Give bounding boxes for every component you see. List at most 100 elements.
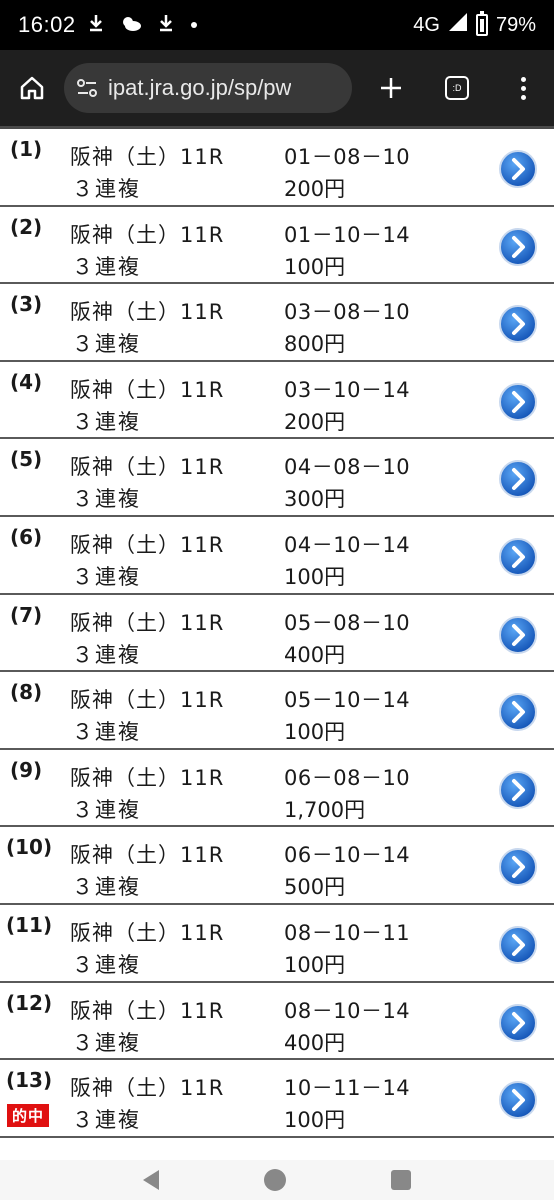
bet-type: ３連複 — [72, 177, 141, 201]
new-tab-button[interactable] — [360, 50, 422, 126]
chevron-right-icon[interactable] — [498, 847, 538, 887]
chevron-right-icon[interactable] — [498, 1003, 538, 1043]
bet-amount: 500円 — [284, 875, 346, 900]
site-settings-icon — [77, 79, 97, 97]
bet-type: ３連複 — [72, 875, 141, 900]
bet-amount: 200円 — [284, 409, 346, 434]
menu-dot — [520, 76, 526, 82]
bet-combination: 05－08－10 — [284, 610, 411, 635]
bet-race: 阪神（土）11R — [70, 455, 225, 480]
bet-number: (4) — [10, 369, 43, 394]
bet-number: (12) — [6, 990, 53, 1015]
notification-icons — [88, 14, 198, 37]
url-text: ipat.jra.go.jp/sp/pw — [108, 75, 292, 100]
battery-level: 79% — [495, 13, 536, 36]
bet-race: 阪神（土）11R — [70, 610, 225, 635]
bet-amount: 100円 — [284, 952, 346, 977]
bet-row[interactable]: (1) 阪神（土）11R ３連複 01－08－10 200円 — [0, 129, 554, 207]
bet-race: 阪神（土）11R — [70, 688, 225, 713]
bet-combination: 01－10－14 — [284, 222, 411, 247]
bet-combination: 06－10－14 — [284, 843, 411, 868]
bet-number: (6) — [10, 524, 43, 549]
bet-type: ３連複 — [72, 720, 141, 745]
chevron-right-icon[interactable] — [498, 692, 538, 732]
bet-combination: 08－10－14 — [284, 998, 411, 1023]
bet-number: (5) — [10, 447, 43, 472]
home-icon — [20, 76, 44, 100]
bet-type: ３連複 — [72, 1108, 141, 1133]
weather-icon — [120, 14, 142, 37]
tab-switcher-button[interactable]: :D — [422, 50, 492, 126]
bet-race: 阪神（土）11R — [70, 145, 225, 169]
bet-amount: 100円 — [284, 1108, 346, 1133]
bet-row[interactable]: (4) 阪神（土）11R ３連複 03－10－14 200円 — [0, 362, 554, 440]
chevron-right-icon[interactable] — [498, 459, 538, 499]
chevron-right-icon[interactable] — [498, 537, 538, 577]
bet-combination: 05－10－14 — [284, 688, 411, 713]
signal-icon — [448, 12, 468, 38]
bet-number: (1) — [10, 137, 43, 161]
home-circle-icon[interactable] — [263, 1169, 286, 1191]
menu-dot — [520, 94, 526, 100]
bet-race: 阪神（土）11R — [70, 222, 225, 247]
chevron-right-icon[interactable] — [498, 382, 538, 422]
chevron-right-icon[interactable] — [498, 1080, 538, 1120]
bet-combination: 01－08－10 — [284, 145, 411, 169]
bet-amount: 200円 — [284, 177, 346, 201]
bet-type: ３連複 — [72, 564, 141, 589]
bet-type: ３連複 — [72, 642, 141, 667]
bet-row[interactable]: (6) 阪神（土）11R ３連複 04－10－14 100円 — [0, 517, 554, 595]
bet-amount: 100円 — [284, 720, 346, 745]
battery-icon — [475, 11, 488, 36]
menu-dot — [520, 85, 526, 91]
bet-row[interactable]: (8) 阪神（土）11R ３連複 05－10－14 100円 — [0, 672, 554, 750]
chevron-right-icon[interactable] — [498, 770, 538, 810]
menu-button[interactable] — [492, 50, 554, 126]
network-type: 4G — [413, 13, 440, 36]
bet-row[interactable]: (10) 阪神（土）11R ３連複 06－10－14 500円 — [0, 827, 554, 905]
bet-type: ３連複 — [72, 1030, 141, 1055]
bet-race: 阪神（土）11R — [70, 300, 225, 325]
bet-combination: 10－11－14 — [284, 1076, 411, 1101]
chevron-right-icon[interactable] — [498, 149, 538, 189]
bet-row[interactable]: (11) 阪神（土）11R ３連複 08－10－11 100円 — [0, 905, 554, 983]
bet-race: 阪神（土）11R — [70, 998, 225, 1023]
bet-row[interactable]: (13) 的中 阪神（土）11R ３連複 10－11－14 100円 — [0, 1060, 554, 1138]
bet-type: ３連複 — [72, 797, 141, 822]
chevron-right-icon[interactable] — [498, 304, 538, 344]
chevron-right-icon[interactable] — [498, 227, 538, 267]
bet-row[interactable]: (5) 阪神（土）11R ３連複 04－08－10 300円 — [0, 439, 554, 517]
bet-row[interactable]: (2) 阪神（土）11R ３連複 01－10－14 100円 — [0, 207, 554, 285]
bet-amount: 300円 — [284, 487, 346, 512]
bet-row[interactable]: (12) 阪神（土）11R ３連複 08－10－14 400円 — [0, 983, 554, 1061]
bet-race: 阪神（土）11R — [70, 532, 225, 557]
bet-number: (9) — [10, 757, 43, 782]
address-bar[interactable]: ipat.jra.go.jp/sp/pw — [64, 63, 352, 113]
bet-number: (13) — [6, 1068, 53, 1093]
chevron-right-icon[interactable] — [498, 925, 538, 965]
bet-row[interactable]: (9) 阪神（土）11R ３連複 06－08－10 1,700円 — [0, 750, 554, 828]
bet-combination: 06－08－10 — [284, 765, 411, 790]
bet-type: ３連複 — [72, 332, 141, 357]
plus-icon — [381, 78, 401, 98]
bet-number: (11) — [6, 912, 53, 937]
status-bar: 16:02 4G 79% — [0, 0, 554, 50]
bet-type: ３連複 — [72, 254, 141, 279]
bet-row[interactable]: (3) 阪神（土）11R ３連複 03－08－10 800円 — [0, 284, 554, 362]
bet-race: 阪神（土）11R — [70, 920, 225, 945]
bet-amount: 800円 — [284, 332, 346, 357]
bet-row[interactable]: (7) 阪神（土）11R ３連複 05－08－10 400円 — [0, 595, 554, 673]
home-button[interactable] — [0, 50, 64, 126]
bet-race: 阪神（土）11R — [70, 843, 225, 868]
bet-combination: 03－10－14 — [284, 377, 411, 402]
dot-icon — [190, 16, 198, 34]
back-icon[interactable] — [142, 1170, 159, 1190]
bet-number: (2) — [10, 214, 43, 239]
chevron-right-icon[interactable] — [498, 615, 538, 655]
bet-number: (8) — [10, 680, 43, 705]
recent-apps-icon[interactable] — [391, 1170, 412, 1190]
system-nav-bar — [0, 1160, 554, 1200]
bet-amount: 400円 — [284, 642, 346, 667]
status-right: 4G 79% — [413, 11, 536, 38]
bet-combination: 08－10－11 — [284, 920, 411, 945]
